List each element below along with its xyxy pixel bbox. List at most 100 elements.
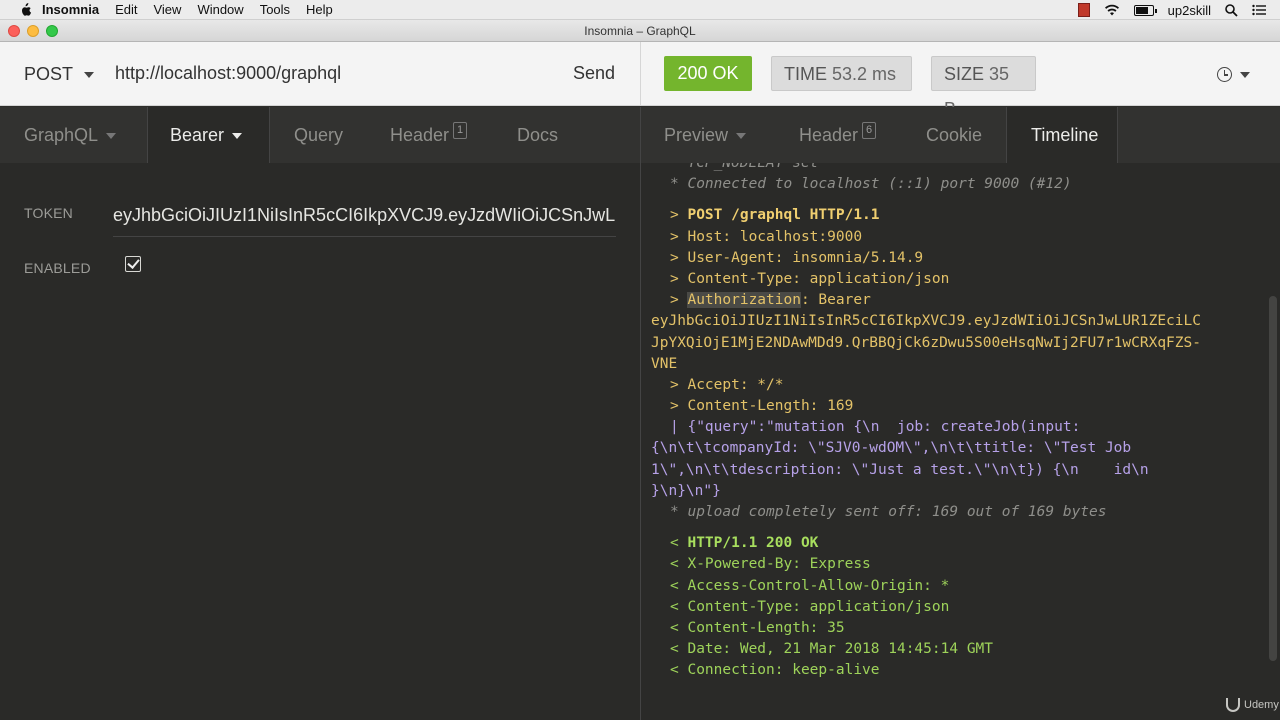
enabled-label: ENABLED — [24, 260, 91, 276]
timeline-line: * TCP_NODELAY set — [670, 163, 1270, 174]
timeline-text: Content-Type: application/json — [678, 598, 950, 615]
timeline-text: Date: Wed, 21 Mar 2018 14:45:14 GMT — [678, 641, 994, 658]
tab-label: Preview — [664, 125, 729, 145]
enabled-checkbox[interactable] — [125, 256, 141, 272]
timeline-line: }\n}\n"} — [651, 481, 1270, 502]
timeline-text: 1\",\n\t\tdescription: \"Just a test.\"\… — [651, 461, 1149, 478]
tab-graphql[interactable]: GraphQL — [0, 107, 147, 163]
timeline-line — [670, 195, 1270, 205]
menubar: Insomnia Edit View Window Tools Help up2… — [0, 0, 1280, 20]
timeline-line: < Date: Wed, 21 Mar 2018 14:45:14 GMT — [670, 639, 1270, 660]
timeline-line — [670, 523, 1270, 533]
size-label: SIZE — [944, 64, 985, 84]
tab-docs[interactable]: Docs — [495, 107, 595, 163]
history-clock-icon[interactable] — [1217, 67, 1232, 82]
timeline-prefix: | — [670, 419, 679, 436]
request-bar: POST http://localhost:9000/graphql Send … — [0, 42, 1280, 119]
chevron-down-icon — [232, 133, 243, 140]
chevron-down-icon[interactable] — [1240, 72, 1250, 78]
status-badge: 200 OK — [664, 56, 752, 91]
timeline-text: HTTP/1.1 200 OK — [678, 535, 819, 552]
timeline-line: 1\",\n\t\tdescription: \"Just a test.\"\… — [651, 460, 1270, 481]
timeline-panel: * TCP_NODELAY set * Connected to localhos… — [641, 163, 1280, 720]
tab-cookie[interactable]: Cookie — [904, 107, 1006, 163]
timeline-text: POST /graphql HTTP/1.1 — [678, 207, 880, 224]
tab-timeline[interactable]: Timeline — [1006, 107, 1118, 163]
timeline-line: < Access-Control-Allow-Origin: * — [670, 576, 1270, 597]
token-input[interactable]: eyJhbGciOiJIUzI1NiIsInR5cCI6IkpXVCJ9.eyJ… — [113, 201, 616, 237]
timeline-line: > Host: localhost:9000 — [670, 227, 1270, 248]
wifi-icon[interactable] — [1104, 4, 1120, 16]
window-title: Insomnia – GraphQL — [584, 24, 696, 38]
timeline-line: > Content-Length: 169 — [670, 396, 1270, 417]
chevron-down-icon — [106, 133, 117, 140]
timeline-prefix: * — [670, 176, 679, 193]
menu-app[interactable]: Insomnia — [42, 2, 99, 17]
menu-window[interactable]: Window — [197, 2, 243, 17]
pane-divider[interactable] — [640, 42, 641, 106]
close-window-button[interactable] — [8, 25, 20, 37]
header-count-badge: 1 — [453, 122, 468, 139]
timeline-log: * TCP_NODELAY set * Connected to localhos… — [651, 163, 1270, 682]
timeline-prefix: < — [670, 641, 679, 658]
timeline-prefix: < — [670, 619, 679, 636]
timeline-line: > POST /graphql HTTP/1.1 — [670, 205, 1270, 226]
timeline-text: eyJhbGciOiJIUzI1NiIsInR5cCI6IkpXVCJ9.eyJ… — [651, 313, 1201, 330]
timeline-line: > Accept: */* — [670, 375, 1270, 396]
chevron-down-icon[interactable] — [84, 72, 94, 78]
tab-query[interactable]: Query — [270, 107, 370, 163]
menu-edit[interactable]: Edit — [115, 2, 137, 17]
tab-response-header[interactable]: Header 6 — [776, 107, 904, 163]
send-button[interactable]: Send — [573, 63, 615, 84]
timeline-scrollbar[interactable] — [1269, 296, 1277, 661]
token-label: TOKEN — [24, 205, 73, 221]
tab-label: Timeline — [1031, 125, 1099, 145]
timeline-line: JpYXQiOjE1MjE2NDAwMDd9.QrBBQjCk6zDwu5S00… — [651, 333, 1270, 354]
timeline-text: {"query":"mutation {\n job: createJob(in… — [678, 419, 1081, 436]
timeline-prefix: > — [670, 376, 679, 393]
time-badge: TIME 53.2 ms — [771, 56, 912, 91]
battery-icon[interactable] — [1133, 4, 1157, 16]
timeline-prefix: > — [670, 398, 679, 415]
tab-label: Bearer — [170, 125, 225, 145]
spotlight-search-icon[interactable] — [1225, 3, 1238, 17]
timeline-text: Host: localhost:9000 — [678, 228, 863, 245]
timeline-line: | {"query":"mutation {\n job: createJob(… — [670, 417, 1270, 438]
timeline-prefix: > — [670, 292, 679, 309]
timeline-line: > Authorization: Bearer — [670, 290, 1270, 311]
menu-view[interactable]: View — [153, 2, 181, 17]
header-count-badge: 6 — [862, 122, 877, 139]
timeline-prefix: < — [670, 535, 679, 552]
tab-header[interactable]: Header 1 — [370, 107, 495, 163]
udemy-watermark: Udemy — [1226, 698, 1279, 712]
time-value: 53.2 ms — [832, 64, 897, 84]
method-dropdown[interactable]: POST — [24, 64, 73, 85]
timeline-line: > User-Agent: insomnia/5.14.9 — [670, 248, 1270, 269]
window-titlebar: Insomnia – GraphQL — [0, 20, 1280, 42]
tab-bearer[interactable]: Bearer — [147, 107, 270, 163]
menu-tools[interactable]: Tools — [260, 2, 290, 17]
bearer-auth-panel: TOKEN eyJhbGciOiJIUzI1NiIsInR5cCI6IkpXVC… — [0, 163, 640, 720]
tab-label: Docs — [517, 125, 559, 145]
timeline-text: TCP_NODELAY set — [678, 163, 819, 171]
menu-help[interactable]: Help — [306, 2, 333, 17]
timeline-prefix: > — [670, 228, 679, 245]
timeline-prefix: * — [670, 163, 679, 171]
tab-preview[interactable]: Preview — [641, 107, 776, 163]
timeline-prefix: < — [670, 577, 679, 594]
apple-icon[interactable] — [18, 2, 32, 17]
timeline-prefix: > — [670, 270, 679, 287]
timeline-text: Content-Length: 35 — [678, 619, 845, 636]
minimize-window-button[interactable] — [27, 25, 39, 37]
notification-center-icon[interactable] — [1252, 4, 1266, 16]
input-source-icon[interactable] — [1077, 3, 1090, 17]
user-name[interactable]: up2skill — [1168, 3, 1211, 18]
watermark-text: Udemy — [1244, 699, 1279, 711]
timeline-prefix: * — [670, 504, 679, 520]
udemy-logo-icon — [1226, 698, 1240, 712]
time-label: TIME — [784, 64, 827, 84]
url-input[interactable]: http://localhost:9000/graphql — [115, 63, 341, 84]
timeline-line: < HTTP/1.1 200 OK — [670, 533, 1270, 554]
zoom-window-button[interactable] — [46, 25, 58, 37]
timeline-text: Accept: */* — [678, 376, 784, 393]
